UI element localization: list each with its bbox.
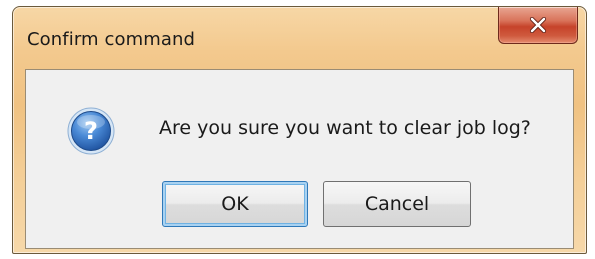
close-button[interactable] (498, 7, 578, 44)
svg-text:?: ? (84, 117, 98, 145)
close-icon (529, 17, 547, 33)
title-bar[interactable]: Confirm command (13, 7, 586, 67)
confirm-dialog-window: Confirm command ? Are you sure you want … (12, 6, 587, 254)
confirm-message: Are you sure you want to clear job log? (159, 117, 531, 139)
dialog-content: ? Are you sure you want to clear job log… (25, 69, 574, 249)
question-icon: ? (66, 106, 116, 156)
cancel-button[interactable]: Cancel (323, 181, 471, 227)
ok-button[interactable]: OK (162, 181, 308, 227)
dialog-title: Confirm command (27, 29, 196, 50)
